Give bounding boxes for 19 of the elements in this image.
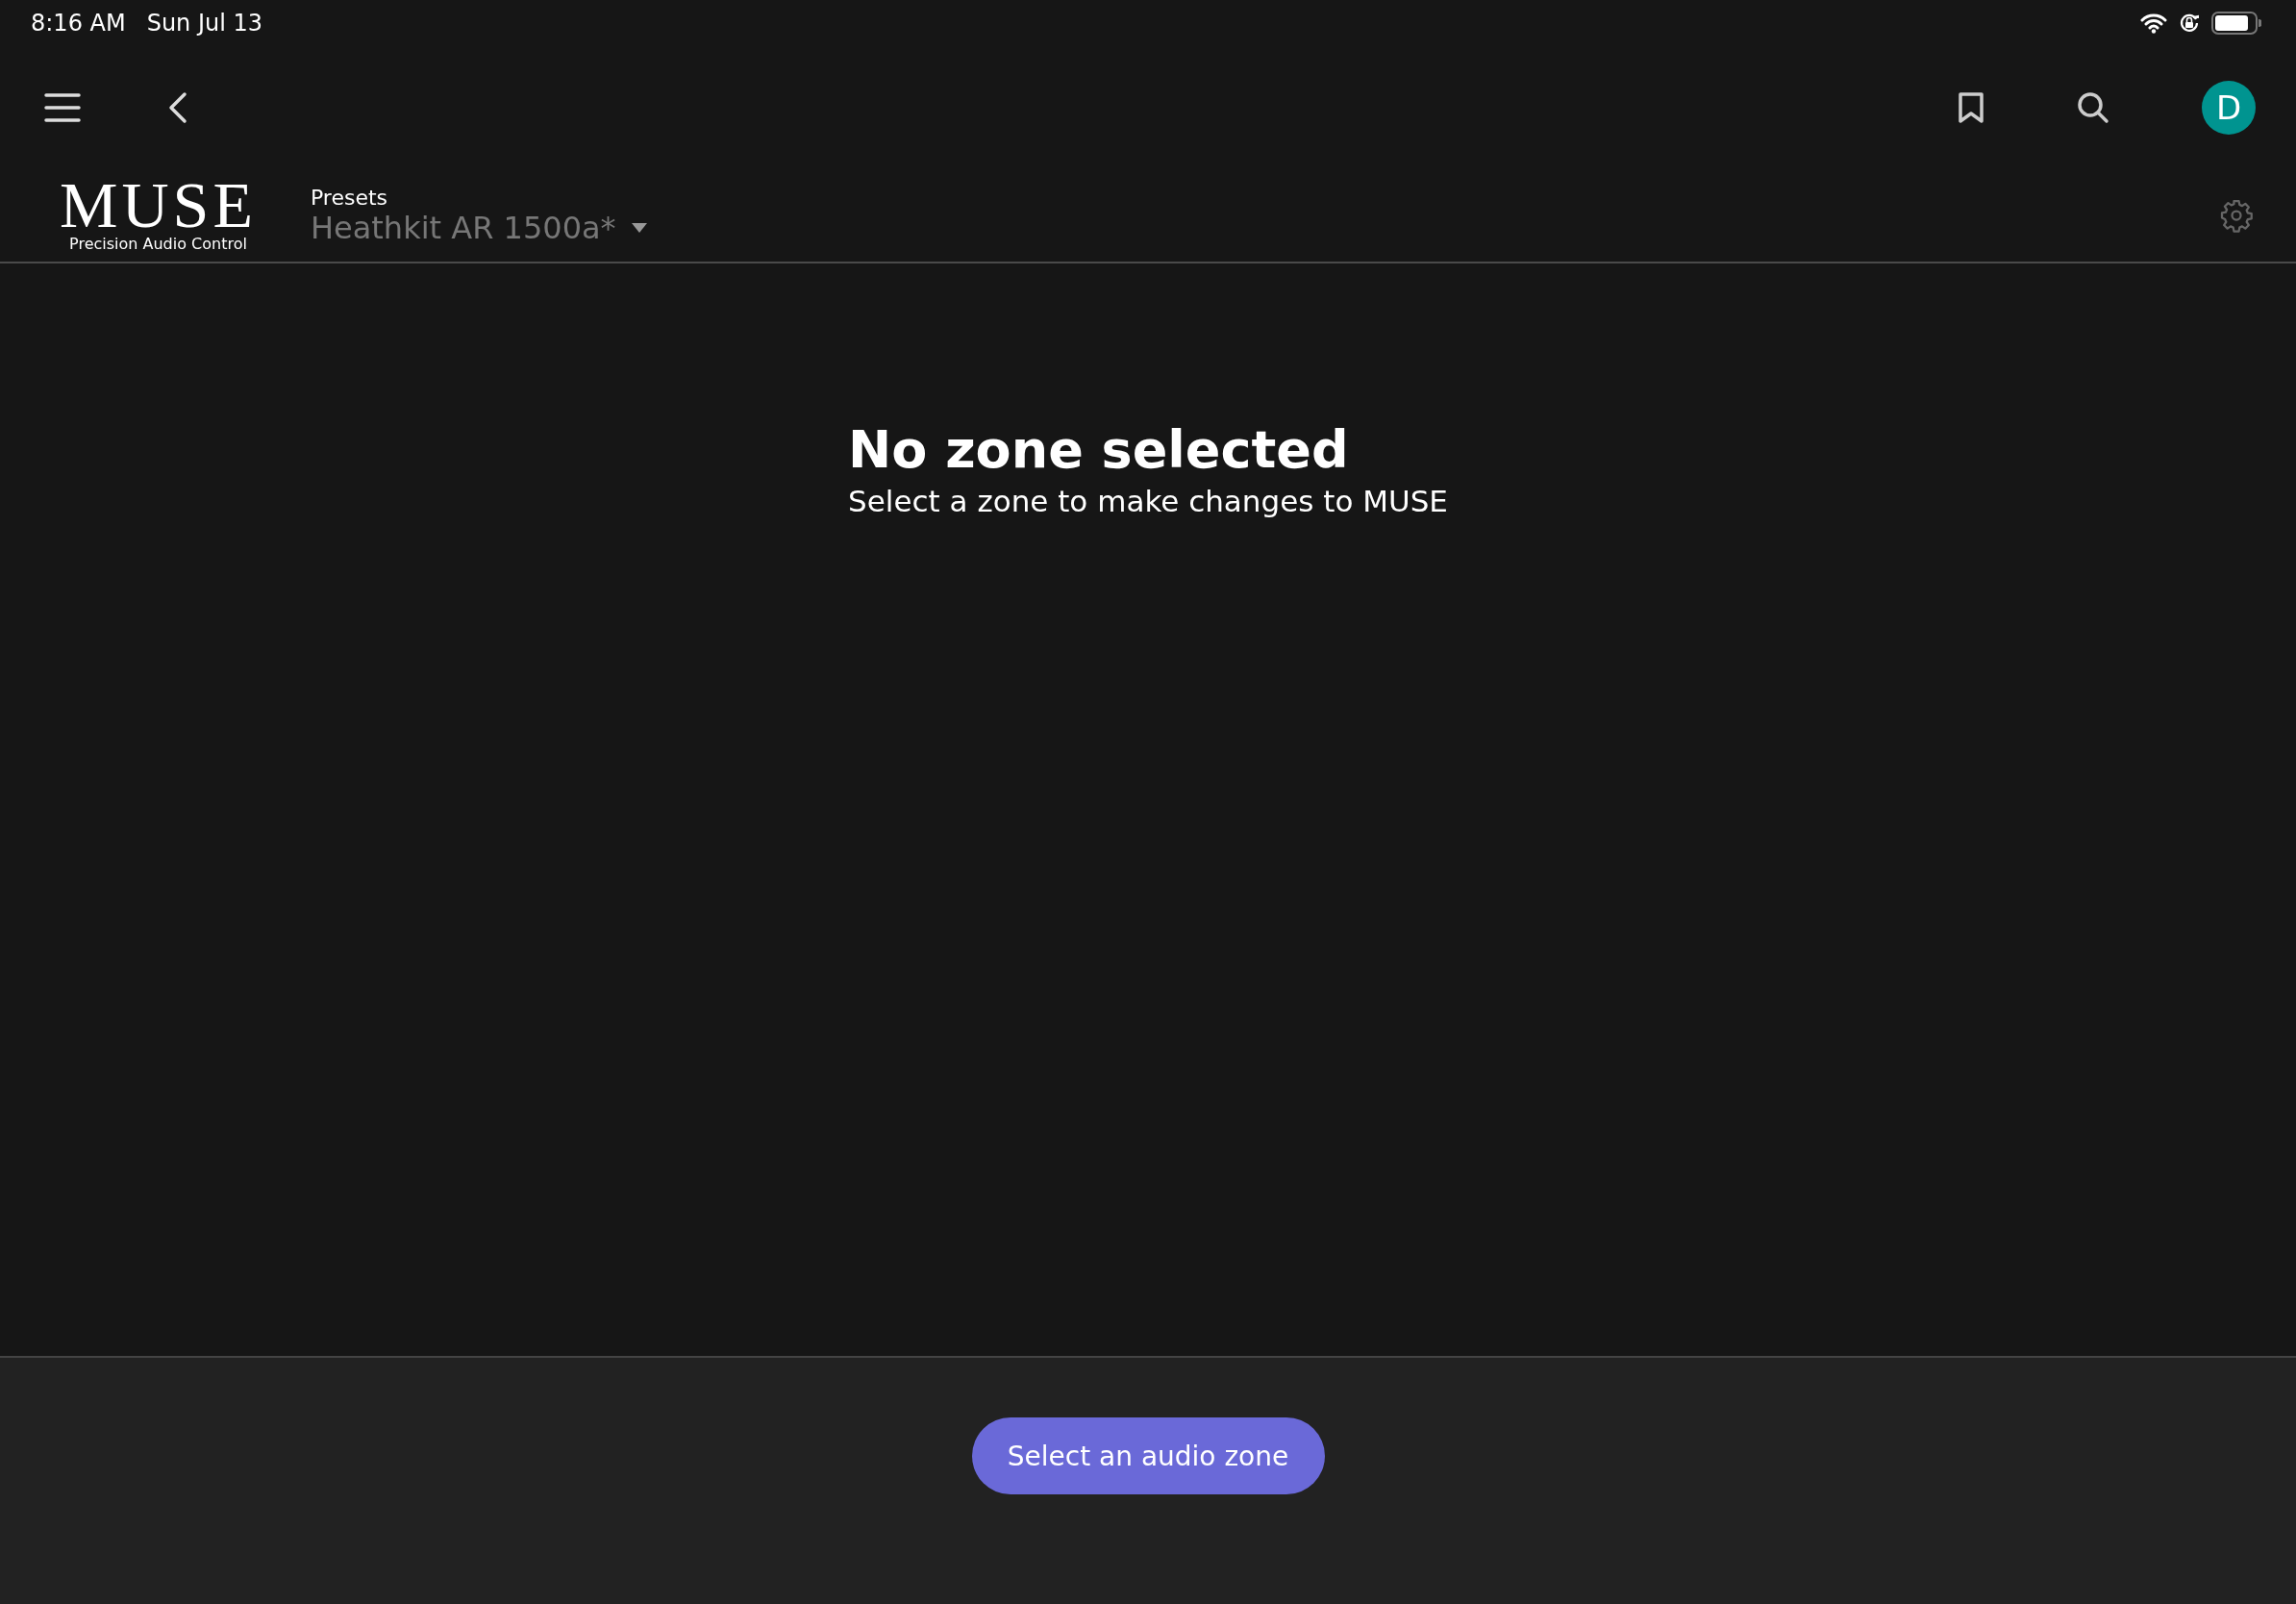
logo-subtitle: Precision Audio Control <box>69 234 247 255</box>
wifi-icon <box>2140 13 2167 34</box>
caret-icon[interactable] <box>631 222 647 233</box>
status-date: Sun Jul 13 <box>146 10 263 37</box>
preset-dropdown[interactable]: Heathkit AR 1500a* <box>310 209 616 246</box>
empty-state-message: Select a zone to make changes to MUSE <box>848 484 1448 518</box>
avatar[interactable]: D <box>2202 81 2256 135</box>
menu-icon[interactable] <box>44 92 81 123</box>
logo-title: MUSE <box>60 176 257 234</box>
bookmark-icon[interactable] <box>1958 91 1984 124</box>
presets-label: Presets <box>310 185 388 210</box>
status-time: 8:16 AM <box>31 10 126 37</box>
back-icon[interactable] <box>167 91 188 124</box>
settings-icon[interactable] <box>2219 198 2254 233</box>
select-zone-button[interactable]: Select an audio zone <box>971 1417 1325 1494</box>
rotation-lock-icon <box>2179 13 2200 34</box>
empty-state-title: No zone selected <box>848 419 1350 480</box>
battery-icon <box>2211 12 2261 35</box>
search-icon[interactable] <box>2077 91 2109 124</box>
